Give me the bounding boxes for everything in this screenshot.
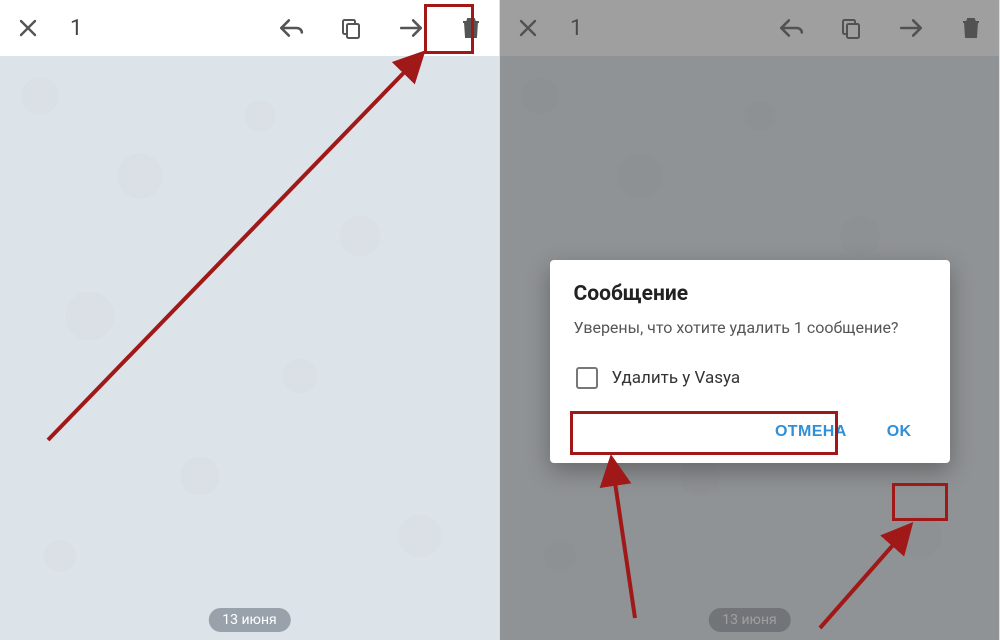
chat-background: [0, 56, 499, 640]
dialog-title: Сообщение: [574, 282, 926, 306]
reply-icon[interactable]: [277, 14, 305, 42]
selected-count: 1: [70, 16, 82, 41]
dialog-body: Уверены, что хотите удалить 1 сообщение?: [574, 318, 926, 339]
screenshot-step-1: 1 13 июня: [0, 0, 500, 640]
trash-icon[interactable]: [457, 14, 485, 42]
screenshot-step-2: 1 13 июня Сообщение Уверены, что хотите …: [500, 0, 1000, 640]
copy-icon[interactable]: [337, 14, 365, 42]
selection-toolbar: 1: [0, 0, 499, 56]
forward-icon[interactable]: [397, 14, 425, 42]
close-icon[interactable]: [14, 14, 42, 42]
checkbox-label: Удалить у Vasya: [612, 368, 741, 388]
delete-for-other-row[interactable]: Удалить у Vasya: [574, 363, 926, 393]
delete-confirm-dialog: Сообщение Уверены, что хотите удалить 1 …: [550, 260, 950, 463]
ok-button[interactable]: OK: [873, 415, 926, 449]
dialog-actions: ОТМЕНА OK: [574, 415, 926, 449]
cancel-button[interactable]: ОТМЕНА: [761, 415, 861, 449]
checkbox-icon[interactable]: [576, 367, 598, 389]
date-chip: 13 июня: [208, 608, 290, 632]
